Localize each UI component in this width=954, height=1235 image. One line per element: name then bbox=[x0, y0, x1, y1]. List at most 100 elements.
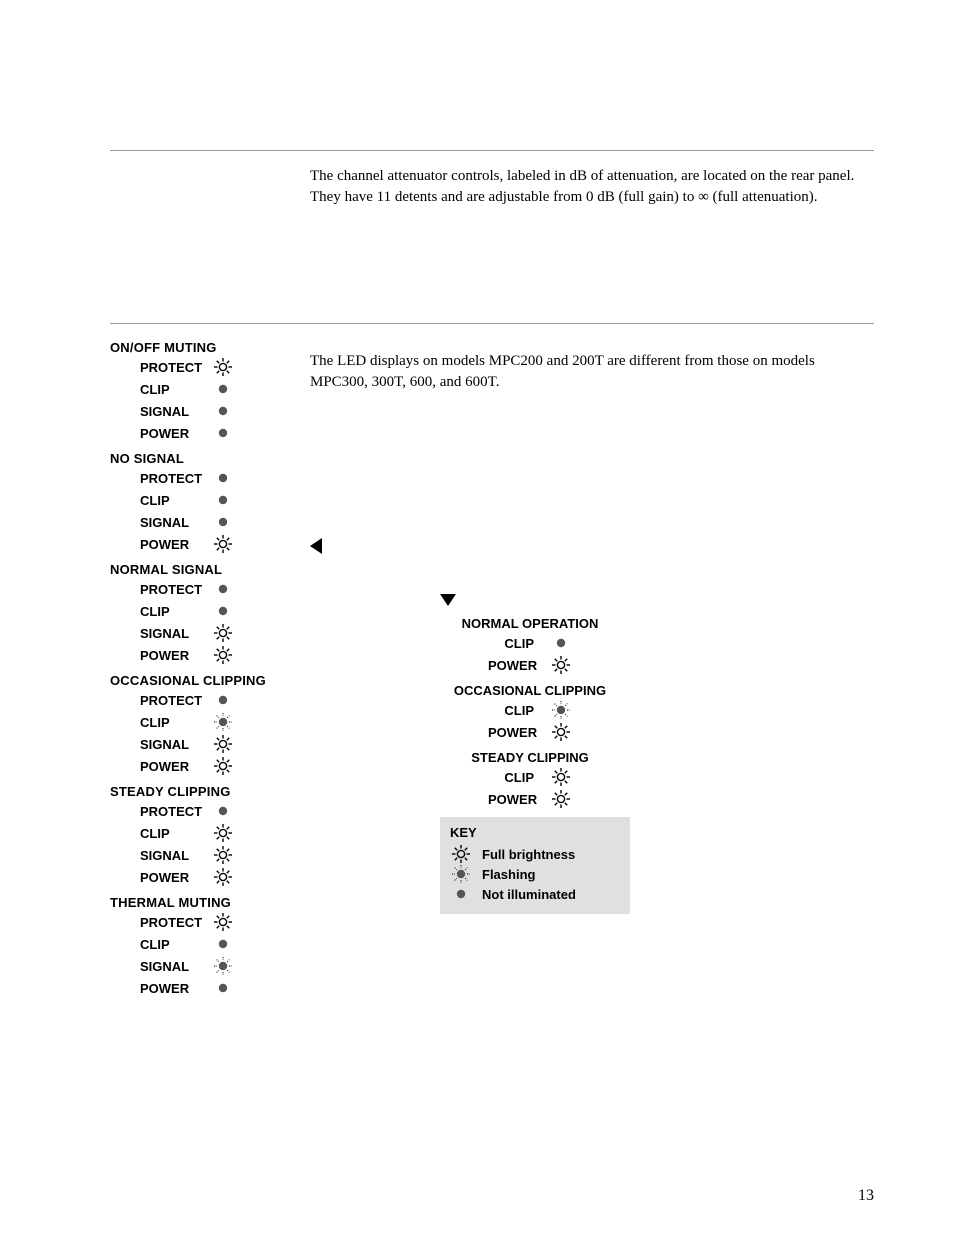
led-row: PROTECT bbox=[110, 690, 310, 710]
key-row: Flashing bbox=[450, 864, 620, 884]
led-off-icon bbox=[212, 977, 234, 999]
rule-top bbox=[110, 150, 874, 151]
led-row: CLIP bbox=[440, 633, 620, 653]
led-row: SIGNAL bbox=[110, 734, 310, 754]
led-bright-icon bbox=[212, 844, 234, 866]
led-label: PROTECT bbox=[110, 471, 212, 486]
led-row: CLIP bbox=[110, 712, 310, 732]
led-row: CLIP bbox=[440, 767, 620, 787]
intro-text: The channel attenuator controls, labeled… bbox=[310, 166, 874, 208]
state-block: OCCASIONAL CLIPPING PROTECT CLIP SIGNAL POWE… bbox=[110, 673, 310, 776]
state-block: NO SIGNAL PROTECT CLIP SIGNAL POWER bbox=[110, 451, 310, 554]
led-row: POWER bbox=[440, 789, 620, 809]
led-row: POWER bbox=[110, 978, 310, 998]
led-label: CLIP bbox=[488, 703, 534, 718]
led-off-icon bbox=[212, 933, 234, 955]
state-block: STEADY CLIPPING PROTECT CLIP SIGNAL POWER bbox=[110, 784, 310, 887]
arrow-down-icon bbox=[440, 594, 456, 606]
led-label: SIGNAL bbox=[110, 515, 212, 530]
led-row: CLIP bbox=[110, 601, 310, 621]
led-row: POWER bbox=[110, 534, 310, 554]
led-row: PROTECT bbox=[110, 912, 310, 932]
state-title: STEADY CLIPPING bbox=[110, 784, 310, 799]
led-row: CLIP bbox=[110, 379, 310, 399]
key-title: KEY bbox=[450, 825, 620, 840]
led-label: PROTECT bbox=[110, 804, 212, 819]
led-label: CLIP bbox=[110, 604, 212, 619]
led-row: POWER bbox=[110, 867, 310, 887]
led-bright-icon bbox=[550, 766, 572, 788]
led-row: POWER bbox=[440, 655, 620, 675]
state-title: ON/OFF MUTING bbox=[110, 340, 310, 355]
led-label: CLIP bbox=[110, 826, 212, 841]
led-label: PROTECT bbox=[110, 360, 212, 375]
led-label: PROTECT bbox=[110, 582, 212, 597]
led-label: SIGNAL bbox=[110, 404, 212, 419]
led-label: SIGNAL bbox=[110, 626, 212, 641]
led-label: POWER bbox=[110, 426, 212, 441]
led-row: PROTECT bbox=[110, 579, 310, 599]
led-off-icon bbox=[550, 632, 572, 654]
led-flash-icon bbox=[450, 863, 472, 885]
key-legend: KEY Full brightness Flashing Not illuminat… bbox=[440, 817, 630, 914]
led-label: SIGNAL bbox=[110, 848, 212, 863]
led-row: CLIP bbox=[440, 700, 620, 720]
led-label: PROTECT bbox=[110, 693, 212, 708]
led-label: CLIP bbox=[110, 715, 212, 730]
led-label: CLIP bbox=[488, 636, 534, 651]
right-column: The LED displays on models MPC200 and 20… bbox=[310, 336, 874, 914]
led-off-icon bbox=[212, 578, 234, 600]
led-bright-icon bbox=[212, 622, 234, 644]
led-label: POWER bbox=[488, 725, 534, 740]
led-label: POWER bbox=[488, 792, 534, 807]
led-label: POWER bbox=[110, 759, 212, 774]
led-label: POWER bbox=[110, 537, 212, 552]
led-flash-icon bbox=[550, 699, 572, 721]
led-bright-icon bbox=[450, 843, 472, 865]
led-off-icon bbox=[212, 600, 234, 622]
led-bright-icon bbox=[550, 788, 572, 810]
led-label: SIGNAL bbox=[110, 737, 212, 752]
state-title: NORMAL OPERATION bbox=[440, 616, 620, 631]
led-label: POWER bbox=[110, 648, 212, 663]
led-label: PROTECT bbox=[110, 915, 212, 930]
state-block: OCCASIONAL CLIPPINGCLIPPOWER bbox=[440, 683, 620, 742]
led-flash-icon bbox=[212, 955, 234, 977]
state-title: NORMAL SIGNAL bbox=[110, 562, 310, 577]
led-label: POWER bbox=[488, 658, 534, 673]
led-row: CLIP bbox=[110, 934, 310, 954]
led-label: POWER bbox=[110, 870, 212, 885]
key-row: Not illuminated bbox=[450, 884, 620, 904]
led-off-icon bbox=[212, 378, 234, 400]
state-title: OCCASIONAL CLIPPING bbox=[110, 673, 310, 688]
led-off-icon bbox=[212, 689, 234, 711]
key-label: Full brightness bbox=[482, 847, 575, 862]
led-row: SIGNAL bbox=[110, 845, 310, 865]
led-label: SIGNAL bbox=[110, 959, 212, 974]
led-bright-icon bbox=[212, 911, 234, 933]
led-row: PROTECT bbox=[110, 801, 310, 821]
key-label: Not illuminated bbox=[482, 887, 576, 902]
led-row: SIGNAL bbox=[110, 623, 310, 643]
led-label: CLIP bbox=[488, 770, 534, 785]
led-bright-icon bbox=[212, 533, 234, 555]
led-bright-icon bbox=[212, 356, 234, 378]
led-off-icon bbox=[212, 800, 234, 822]
led-off-icon bbox=[212, 400, 234, 422]
key-row: Full brightness bbox=[450, 844, 620, 864]
led-flash-icon bbox=[212, 711, 234, 733]
led-off-icon bbox=[212, 467, 234, 489]
led-bright-icon bbox=[212, 644, 234, 666]
led-off-icon bbox=[212, 422, 234, 444]
page-number: 13 bbox=[858, 1187, 874, 1205]
page: The channel attenuator controls, labeled… bbox=[0, 0, 954, 1235]
state-block: NORMAL SIGNAL PROTECT CLIP SIGNAL POWER bbox=[110, 562, 310, 665]
state-block: ON/OFF MUTING PROTECT CLIP SIGNAL POWER bbox=[110, 340, 310, 443]
led-row: CLIP bbox=[110, 490, 310, 510]
left-column: ON/OFF MUTINGPROTECTCLIPSIGNALPOWERNO SI… bbox=[110, 336, 310, 1006]
state-title: NO SIGNAL bbox=[110, 451, 310, 466]
right-intro-text: The LED displays on models MPC200 and 20… bbox=[310, 351, 874, 393]
state-title: STEADY CLIPPING bbox=[440, 750, 620, 765]
led-off-icon bbox=[212, 511, 234, 533]
led-bright-icon bbox=[212, 755, 234, 777]
